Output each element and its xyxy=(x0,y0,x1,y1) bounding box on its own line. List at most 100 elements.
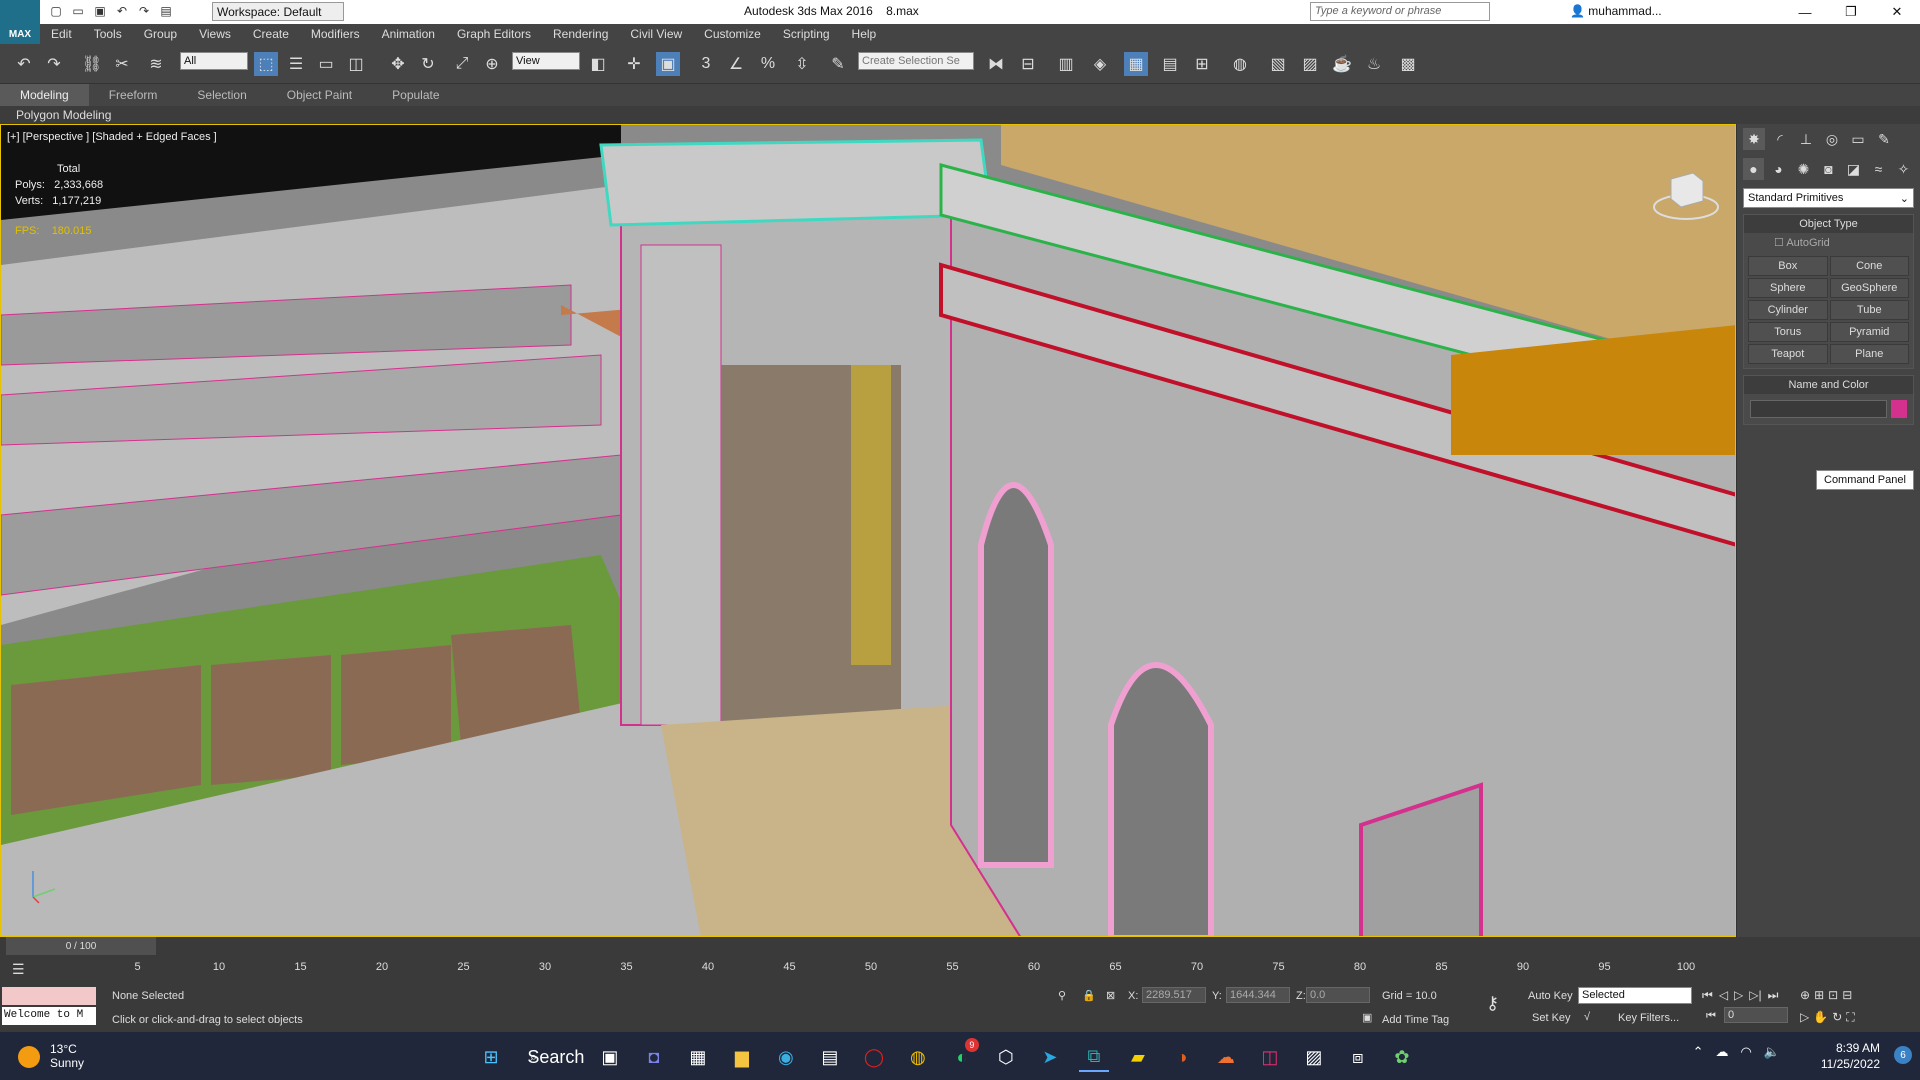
pyramid-button[interactable]: Pyramid xyxy=(1829,322,1909,342)
geosphere-button[interactable]: GeoSphere xyxy=(1829,278,1909,298)
material-editor-icon[interactable]: ◍ xyxy=(1228,52,1252,76)
taskbar-search-button[interactable]: ⌕ Search xyxy=(520,1042,584,1072)
z-coordinate-field[interactable]: 0.0 xyxy=(1306,987,1370,1003)
schematic-view-icon[interactable]: ⊞ xyxy=(1190,52,1214,76)
render-production-icon[interactable]: ☕ xyxy=(1330,52,1354,76)
workspace-dropdown[interactable]: Workspace: Default xyxy=(212,2,344,21)
lights-icon[interactable]: ✺ xyxy=(1793,158,1814,180)
zoom-icon[interactable]: ⊕ xyxy=(1800,988,1810,1002)
time-tag-icon[interactable]: ▣ xyxy=(1362,1011,1372,1024)
user-account[interactable]: 👤 muhammad... xyxy=(1570,4,1662,18)
layer-explorer-icon[interactable]: ▥ xyxy=(1054,52,1078,76)
scene-explorer-icon[interactable]: ▦ xyxy=(1124,52,1148,76)
name-and-color-title[interactable]: Name and Color xyxy=(1744,376,1913,394)
task-view-icon[interactable]: ▣ xyxy=(595,1042,625,1072)
rectangle-region-icon[interactable]: ▭ xyxy=(314,52,338,76)
edit-named-selection-icon[interactable]: ✎ xyxy=(826,52,850,76)
pivot-center-icon[interactable]: ◧ xyxy=(586,52,610,76)
menu-tools[interactable]: Tools xyxy=(83,24,133,44)
app-logo[interactable]: MAX xyxy=(0,0,40,44)
go-to-start-icon[interactable]: ⏮ xyxy=(1702,988,1713,1003)
unlink-icon[interactable]: ✂ xyxy=(110,52,134,76)
render-online-icon[interactable]: ▩ xyxy=(1396,52,1420,76)
hierarchy-tab-icon[interactable]: ⊥ xyxy=(1795,128,1817,150)
x-coordinate-field[interactable]: 2289.517 xyxy=(1142,987,1206,1003)
create-tab-icon[interactable]: ✸ xyxy=(1743,128,1765,150)
reference-coordinate-dropdown[interactable]: View xyxy=(512,52,580,70)
curve-editor-icon[interactable]: ▤ xyxy=(1158,52,1182,76)
opera-icon[interactable]: ◯ xyxy=(859,1042,889,1072)
align-icon[interactable]: ⊟ xyxy=(1016,52,1040,76)
sticky-notes-icon[interactable]: ▰ xyxy=(1123,1042,1153,1072)
undo-icon[interactable]: ↶ xyxy=(114,3,130,19)
volume-icon[interactable]: 🔈 xyxy=(1764,1044,1780,1060)
modify-tab-icon[interactable]: ◜ xyxy=(1769,128,1791,150)
play-icon[interactable]: ▷ xyxy=(1734,988,1743,1003)
zoom-all-icon[interactable]: ⊞ xyxy=(1814,988,1824,1002)
plane-button[interactable]: Plane xyxy=(1829,344,1909,364)
zoom-extents-all-icon[interactable]: ⊟ xyxy=(1842,988,1852,1002)
timeline-ruler[interactable]: 5 10 15 20 25 30 35 40 45 50 55 60 65 70 75 80 85 90 95 100 xyxy=(56,961,1695,983)
chrome-icon[interactable]: ◍ xyxy=(903,1042,933,1072)
3ds-max-icon[interactable]: ⧉ xyxy=(1078,1042,1109,1072)
bind-spacewarp-icon[interactable]: ≋ xyxy=(144,52,168,76)
select-by-name-icon[interactable]: ☰ xyxy=(284,52,308,76)
link-icon[interactable]: ⛓ xyxy=(80,52,104,76)
help-search-input[interactable]: Type a keyword or phrase xyxy=(1310,2,1490,21)
systems-icon[interactable]: ✧ xyxy=(1893,158,1914,180)
menu-civil-view[interactable]: Civil View xyxy=(619,24,693,44)
redo-icon[interactable]: ↷ xyxy=(42,52,66,76)
motion-tab-icon[interactable]: ◎ xyxy=(1821,128,1843,150)
select-manipulate-icon[interactable]: ✛ xyxy=(622,52,646,76)
clock[interactable]: 8:39 AM 11/25/2022 xyxy=(1821,1040,1880,1072)
cloud-icon[interactable]: ☁ xyxy=(1211,1042,1241,1072)
spinner-snap-icon[interactable]: ⇳ xyxy=(790,52,814,76)
angle-snap-icon[interactable]: ∠ xyxy=(724,52,748,76)
ribbon-tab-object-paint[interactable]: Object Paint xyxy=(267,84,372,106)
geometry-icon[interactable]: ● xyxy=(1743,158,1764,180)
ribbon-tab-freeform[interactable]: Freeform xyxy=(89,84,178,106)
layers-icon[interactable]: ◈ xyxy=(1088,52,1112,76)
chevron-up-icon[interactable]: ⌃ xyxy=(1693,1044,1704,1060)
set-key-button[interactable]: Set Key xyxy=(1532,1012,1571,1024)
menu-create[interactable]: Create xyxy=(242,24,300,44)
telegram-icon[interactable]: ➤ xyxy=(1035,1042,1065,1072)
viewcube-icon[interactable] xyxy=(1651,165,1721,225)
timeline-config-icon[interactable]: ☰ xyxy=(12,961,25,978)
torus-button[interactable]: Torus xyxy=(1748,322,1828,342)
field-of-view-icon[interactable]: ▷ xyxy=(1800,1010,1809,1025)
ribbon-tab-selection[interactable]: Selection xyxy=(177,84,266,106)
teams-icon[interactable]: ◘ xyxy=(639,1042,669,1072)
whatsapp-icon[interactable]: ◐ 9 xyxy=(947,1038,979,1072)
cone-button[interactable]: Cone xyxy=(1829,256,1909,276)
rendered-frame-window-icon[interactable]: ▨ xyxy=(1298,52,1322,76)
app-icon[interactable]: ✿ xyxy=(1387,1042,1417,1072)
percent-snap-icon[interactable]: % xyxy=(756,52,780,76)
menu-graph-editors[interactable]: Graph Editors xyxy=(446,24,542,44)
cylinder-button[interactable]: Cylinder xyxy=(1748,300,1828,320)
minimize-icon[interactable]: — xyxy=(1782,0,1828,24)
snaps-toggle-icon[interactable]: 3 xyxy=(694,52,718,76)
menu-help[interactable]: Help xyxy=(841,24,888,44)
perspective-viewport[interactable]: [+] [Perspective ] [Shaded + Edged Faces… xyxy=(0,124,1736,937)
new-file-icon[interactable]: ▢ xyxy=(48,3,64,19)
cameras-icon[interactable]: ◙ xyxy=(1818,158,1839,180)
selection-filter-dropdown[interactable]: All xyxy=(180,52,248,70)
move-icon[interactable]: ✥ xyxy=(386,52,410,76)
wifi-icon[interactable]: ◠ xyxy=(1740,1044,1751,1060)
undo-icon[interactable]: ↶ xyxy=(12,52,36,76)
box-button[interactable]: Box xyxy=(1748,256,1828,276)
go-to-end-icon[interactable]: ⏭ xyxy=(1768,988,1779,1003)
auto-key-button[interactable]: Auto Key xyxy=(1528,990,1573,1002)
render-iterative-icon[interactable]: ♨ xyxy=(1362,52,1386,76)
tube-button[interactable]: Tube xyxy=(1829,300,1909,320)
maximize-viewport-icon[interactable]: ⛶ xyxy=(1846,1010,1854,1025)
current-frame-field[interactable]: 0 xyxy=(1724,1007,1788,1023)
window-crossing-icon[interactable]: ◫ xyxy=(344,52,368,76)
menu-animation[interactable]: Animation xyxy=(371,24,446,44)
autocad-icon[interactable]: ⧈ xyxy=(1343,1042,1373,1072)
spacewarps-icon[interactable]: ≈ xyxy=(1868,158,1889,180)
grammarly-icon[interactable]: ◑ xyxy=(1167,1042,1197,1072)
object-name-input[interactable] xyxy=(1750,400,1887,418)
ribbon-tab-populate[interactable]: Populate xyxy=(372,84,459,106)
